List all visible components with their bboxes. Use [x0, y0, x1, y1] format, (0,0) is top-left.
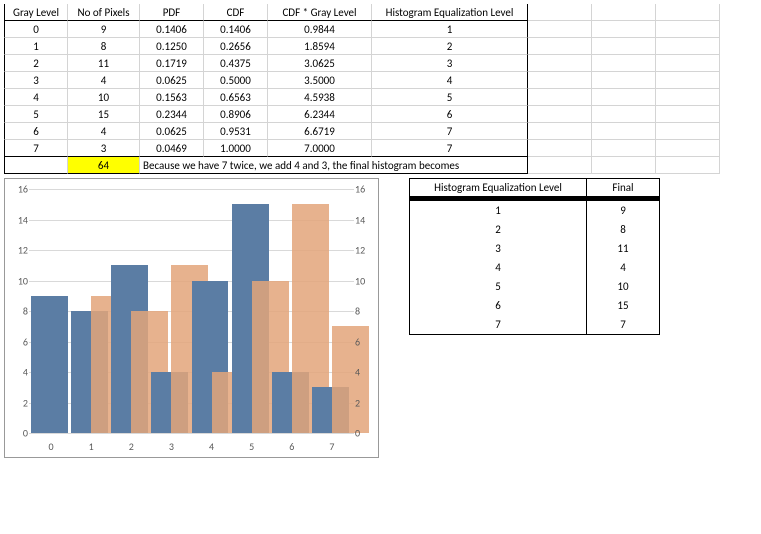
histogram-chart: 0022446688101012121414161601234567: [4, 178, 379, 458]
he-level-cell: 4: [410, 258, 587, 277]
he-level-cell: 5: [410, 277, 587, 296]
final-value-cell: 11: [587, 239, 660, 258]
data-cell: 1.8594: [268, 38, 372, 55]
data-cell: 3: [68, 140, 140, 157]
final-value-cell: 4: [587, 258, 660, 277]
data-cell: 0.0625: [140, 123, 204, 140]
he-level-cell: 6: [410, 296, 587, 315]
data-cell: 4: [372, 72, 528, 89]
data-cell: 8: [68, 38, 140, 55]
data-cell: 3: [372, 55, 528, 72]
data-cell: 2: [4, 55, 68, 72]
data-cell: 3: [4, 72, 68, 89]
data-cell: 4: [4, 89, 68, 106]
data-cell: 0.6563: [204, 89, 268, 106]
data-cell: 0.5000: [204, 72, 268, 89]
x-axis-label: 5: [249, 440, 254, 453]
col-header: PDF: [140, 4, 204, 21]
x-axis-label: 6: [289, 440, 294, 453]
data-cell: 0.1719: [140, 55, 204, 72]
data-cell: 15: [68, 106, 140, 123]
he-level-cell: 2: [410, 220, 587, 239]
data-cell: 4: [68, 72, 140, 89]
x-axis-label: 0: [49, 440, 54, 453]
final-value-cell: 7: [587, 315, 660, 335]
data-cell: 5: [372, 89, 528, 106]
data-cell: 6: [372, 106, 528, 123]
data-cell: 0.4375: [204, 55, 268, 72]
data-cell: 1.0000: [204, 140, 268, 157]
final-value-cell: 9: [587, 201, 660, 220]
final-histogram-table: Histogram Equalization Level Final 19283…: [409, 178, 660, 335]
total-cell: 64: [68, 157, 140, 174]
x-axis-label: 4: [209, 440, 214, 453]
data-cell: 0.2344: [140, 106, 204, 123]
he-level-cell: 3: [410, 239, 587, 258]
final-value-cell: 15: [587, 296, 660, 315]
data-cell: 5: [4, 106, 68, 123]
data-cell: 0.0625: [140, 72, 204, 89]
col-header: No of Pixels: [68, 4, 140, 21]
data-cell: 0.1406: [204, 21, 268, 38]
data-cell: 4.5938: [268, 89, 372, 106]
col-final: Final: [587, 179, 660, 197]
data-cell: 3.5000: [268, 72, 372, 89]
bar-series1: [31, 296, 68, 433]
data-cell: 6.2344: [268, 106, 372, 123]
final-value-cell: 10: [587, 277, 660, 296]
col-header: CDF: [204, 4, 268, 21]
col-header: Histogram Equalization Level: [372, 4, 528, 21]
final-value-cell: 8: [587, 220, 660, 239]
data-cell: 0.8906: [204, 106, 268, 123]
x-axis-label: 7: [329, 440, 334, 453]
col-header: CDF * Gray Level: [268, 4, 372, 21]
he-level-cell: 7: [410, 315, 587, 335]
x-axis-label: 3: [169, 440, 174, 453]
data-cell: 6.6719: [268, 123, 372, 140]
data-cell: 0.9531: [204, 123, 268, 140]
data-cell: 0.1250: [140, 38, 204, 55]
data-cell: 1: [4, 38, 68, 55]
data-cell: 3.0625: [268, 55, 372, 72]
data-cell: 9: [68, 21, 140, 38]
data-cell: 7: [372, 140, 528, 157]
data-cell: 11: [68, 55, 140, 72]
data-cell: 7: [4, 140, 68, 157]
data-cell: 2: [372, 38, 528, 55]
data-cell: 1: [372, 21, 528, 38]
data-cell: 0: [4, 21, 68, 38]
x-axis-label: 1: [89, 440, 94, 453]
note-text: Because we have 7 twice, we add 4 and 3,…: [140, 157, 528, 174]
col-he-level: Histogram Equalization Level: [410, 179, 587, 197]
data-cell: 7.0000: [268, 140, 372, 157]
he-level-cell: 1: [410, 201, 587, 220]
data-cell: 10: [68, 89, 140, 106]
data-cell: 0.1563: [140, 89, 204, 106]
data-cell: 0.2656: [204, 38, 268, 55]
x-axis-label: 2: [129, 440, 134, 453]
data-cell: 0.0469: [140, 140, 204, 157]
main-data-table: Gray LevelNo of PixelsPDFCDFCDF * Gray L…: [4, 4, 757, 174]
col-header: Gray Level: [4, 4, 68, 21]
data-cell: 0.1406: [140, 21, 204, 38]
data-cell: 7: [372, 123, 528, 140]
data-cell: 4: [68, 123, 140, 140]
data-cell: 6: [4, 123, 68, 140]
data-cell: 0.9844: [268, 21, 372, 38]
